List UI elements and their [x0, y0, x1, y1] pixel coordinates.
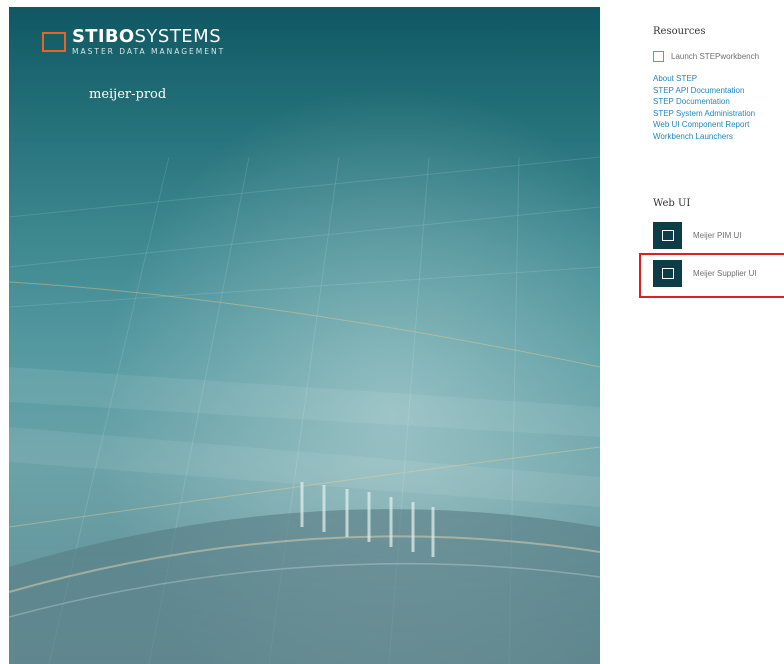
link-step-api-documentation[interactable]: STEP API Documentation — [653, 85, 755, 97]
workbench-launch-icon — [653, 51, 664, 62]
hero-background-image — [9, 7, 600, 664]
resource-links: About STEP STEP API Documentation STEP D… — [653, 73, 755, 143]
login-landing-page: STIBO SYSTEMS MASTER DATA MANAGEMENT mei… — [0, 0, 784, 664]
app-label: Meijer PIM UI — [693, 231, 742, 240]
link-about-step[interactable]: About STEP — [653, 73, 755, 85]
logo-wordmark-bold: STIBO — [72, 26, 135, 47]
logo-tagline: MASTER DATA MANAGEMENT — [72, 47, 226, 56]
link-workbench-launchers[interactable]: Workbench Launchers — [653, 131, 755, 143]
environment-name: meijer-prod — [89, 87, 167, 102]
resources-heading: Resources — [653, 26, 706, 37]
launch-stepworkbench-label: Launch STEPworkbench — [671, 52, 760, 61]
logo-wordmark-light: SYSTEMS — [134, 26, 222, 47]
selection-highlight-box — [639, 253, 784, 298]
web-ui-app-meijer-pim[interactable]: Meijer PIM UI — [653, 222, 741, 249]
app-tile-icon — [653, 222, 682, 249]
logo-text: STIBO SYSTEMS MASTER DATA MANAGEMENT — [72, 26, 226, 57]
link-web-ui-component-report[interactable]: Web UI Component Report — [653, 119, 755, 131]
hero-panel: STIBO SYSTEMS MASTER DATA MANAGEMENT mei… — [9, 7, 600, 664]
logo-square-icon — [42, 32, 66, 52]
launch-stepworkbench-button[interactable]: Launch STEPworkbench — [653, 51, 759, 62]
link-step-documentation[interactable]: STEP Documentation — [653, 96, 755, 108]
link-step-system-administration[interactable]: STEP System Administration — [653, 108, 755, 120]
stibo-logo: STIBO SYSTEMS MASTER DATA MANAGEMENT — [42, 28, 225, 56]
web-ui-heading: Web UI — [653, 198, 691, 209]
